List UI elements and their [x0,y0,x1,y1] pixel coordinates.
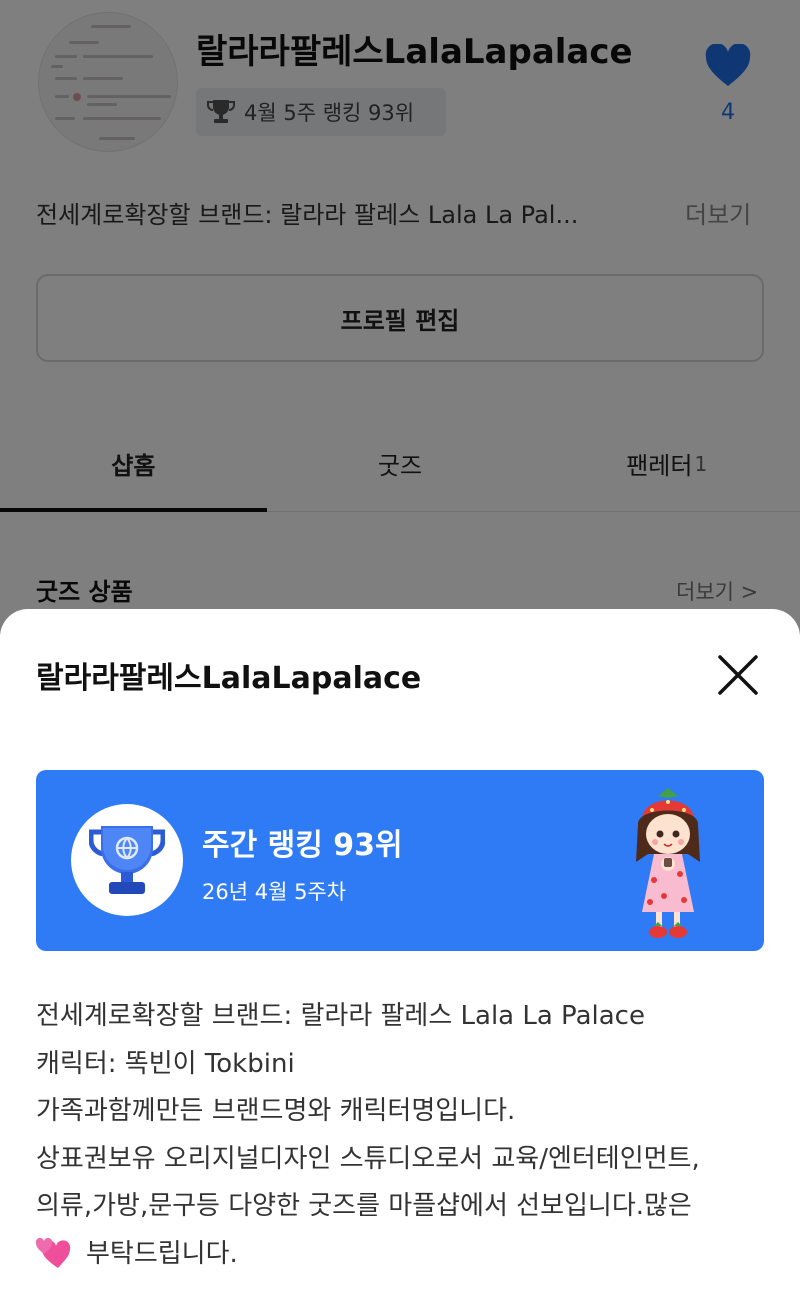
weekly-ranking-title: 주간 랭킹 93위 [202,828,403,863]
bio-line: 가족과함께만든 브랜드명와 캐릭터명입니다. [36,1096,516,1126]
trophy-badge [71,804,183,916]
bio-line: 부탁드립니다. [86,1238,238,1269]
weekly-ranking-period: 26년 4월 5주차 [202,880,347,904]
two-hearts-emoji-icon [36,1238,71,1269]
character-illustration [636,788,700,938]
bio-line-with-emoji: 부탁드립니다. [36,1231,776,1279]
bio-line: 전세계로확장할 브랜드: 랄라라 팔레스 Lala La Palace [36,1001,645,1031]
ranking-bottom-sheet: 랄라라팔레스LalaLapalace 주간 랭킹 93위 26년 4월 5주차 [0,609,800,1314]
weekly-ranking-card: 주간 랭킹 93위 26년 4월 5주차 [36,770,764,951]
bio-line: 캐릭터: 똑빈이 Tokbini [36,1048,295,1079]
trophy-icon [89,826,165,894]
bio-full-text: 전세계로확장할 브랜드: 랄라라 팔레스 Lala La Palace 캐릭터:… [36,993,776,1278]
bio-line: 상표권보유 오리지널디자인 스튜디오로서 교육/엔터테인먼트, [36,1143,700,1174]
close-icon[interactable] [712,649,764,701]
sheet-title: 랄라라팔레스LalaLapalace [36,661,422,696]
bio-line: 의류,가방,문구등 다양한 굿즈를 마플샵에서 선보입니다.많은 [36,1191,692,1221]
